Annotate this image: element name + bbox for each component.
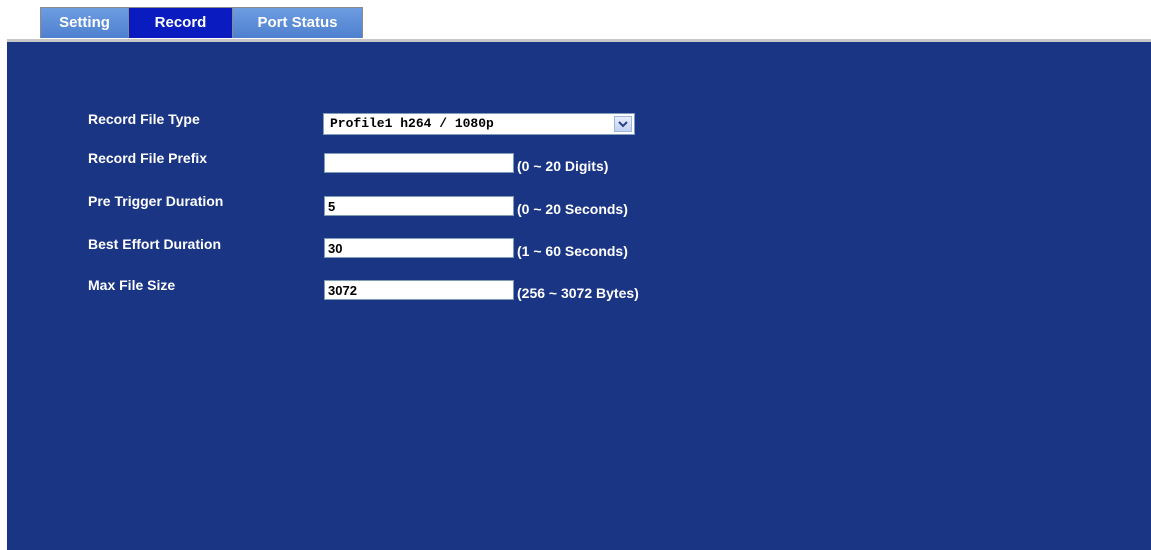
pre-trigger-duration-label: Pre Trigger Duration bbox=[88, 193, 224, 209]
chevron-down-icon[interactable] bbox=[614, 116, 632, 132]
record-file-type-value: Profile1 h264 / 1080p bbox=[330, 116, 494, 131]
max-file-size-label: Max File Size bbox=[88, 277, 176, 293]
tab-port-status[interactable]: Port Status bbox=[233, 8, 362, 38]
best-effort-duration-label: Best Effort Duration bbox=[88, 236, 221, 252]
pre-trigger-duration-hint: (0 ~ 20 Seconds) bbox=[517, 201, 628, 217]
record-file-prefix-input[interactable] bbox=[324, 153, 514, 173]
tab-setting[interactable]: Setting bbox=[41, 8, 129, 38]
record-settings-page: Setting Record Port Status Record File T… bbox=[0, 0, 1151, 550]
max-file-size-input[interactable] bbox=[324, 280, 514, 300]
tab-record[interactable]: Record bbox=[129, 8, 233, 38]
record-file-type-select[interactable]: Profile1 h264 / 1080p bbox=[323, 113, 635, 135]
record-file-prefix-label: Record File Prefix bbox=[88, 150, 208, 166]
max-file-size-hint: (256 ~ 3072 Bytes) bbox=[517, 285, 639, 301]
pre-trigger-duration-input[interactable] bbox=[324, 196, 514, 216]
best-effort-duration-hint: (1 ~ 60 Seconds) bbox=[517, 243, 628, 259]
record-settings-panel: Record File Type Profile1 h264 / 1080p R… bbox=[7, 42, 1151, 550]
record-file-prefix-hint: (0 ~ 20 Digits) bbox=[517, 158, 609, 174]
record-file-type-label: Record File Type bbox=[88, 111, 200, 127]
best-effort-duration-input[interactable] bbox=[324, 238, 514, 258]
tab-bar: Setting Record Port Status bbox=[40, 7, 363, 38]
